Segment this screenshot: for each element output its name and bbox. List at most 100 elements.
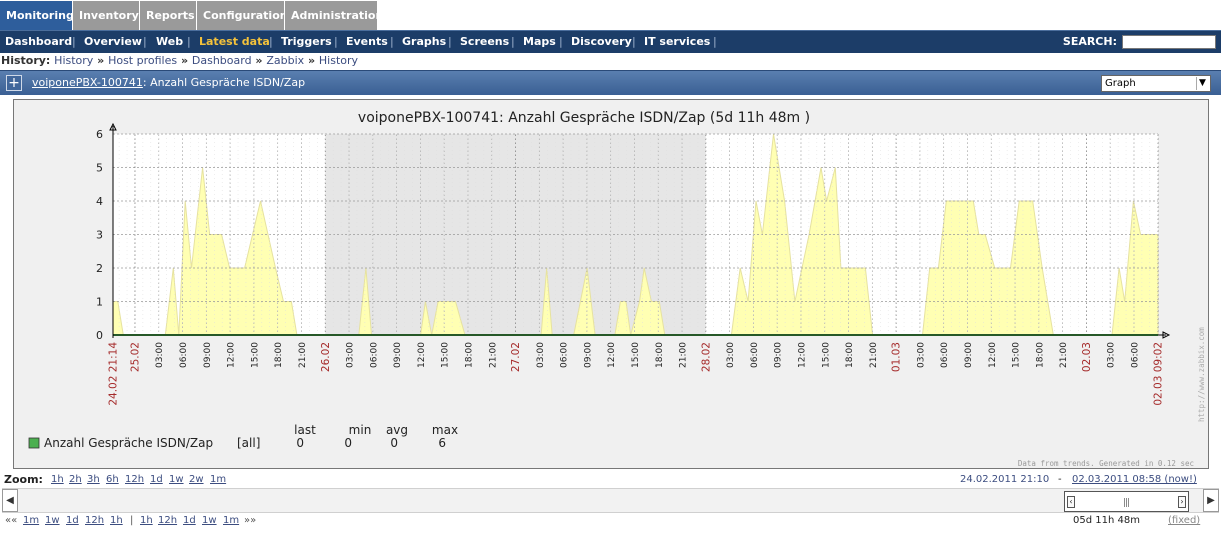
x-tick-label: 15:00 bbox=[821, 342, 831, 368]
x-tick-label: 12:00 bbox=[607, 342, 617, 368]
menu-item-dashboard[interactable]: Dashboard bbox=[5, 31, 72, 53]
menu-item-overview[interactable]: Overview bbox=[84, 31, 142, 53]
y-tick-label: 4 bbox=[96, 195, 103, 208]
tab-configuration[interactable]: Configuration bbox=[197, 1, 288, 30]
breadcrumb-item[interactable]: Host profiles bbox=[108, 54, 177, 67]
nav-back-1m[interactable]: 1m bbox=[23, 514, 39, 528]
x-tick-label: 15:00 bbox=[1012, 342, 1022, 368]
zoom-1m[interactable]: 1m bbox=[210, 473, 226, 487]
menu-item-events[interactable]: Events bbox=[346, 31, 388, 53]
nav-back-1w[interactable]: 1w bbox=[45, 514, 60, 528]
legend-header: avg bbox=[386, 423, 408, 437]
x-tick-label: 12:00 bbox=[417, 342, 427, 368]
tab-inventory[interactable]: Inventory bbox=[73, 1, 140, 30]
menu-item-discovery[interactable]: Discovery bbox=[571, 31, 632, 53]
breadcrumb-item[interactable]: History bbox=[319, 54, 358, 67]
y-tick-label: 5 bbox=[96, 162, 103, 175]
zoom-12h[interactable]: 12h bbox=[125, 473, 144, 487]
menu-item-graphs[interactable]: Graphs bbox=[402, 31, 446, 53]
menu-separator: | bbox=[187, 35, 191, 48]
scroll-thumb[interactable]: ‹ ||| › bbox=[1064, 491, 1189, 512]
nav-forward-1d[interactable]: 1d bbox=[183, 514, 196, 528]
legend-value: 0 bbox=[296, 436, 304, 450]
x-tick-label: 25.02 bbox=[129, 342, 141, 372]
x-tick-label: 03:00 bbox=[155, 342, 165, 368]
thumb-right-handle-icon[interactable]: › bbox=[1178, 496, 1186, 508]
x-tick-label: 06:00 bbox=[369, 342, 379, 368]
period-dash: - bbox=[1058, 474, 1062, 485]
zoom-2w[interactable]: 2w bbox=[189, 473, 204, 487]
y-tick-label: 0 bbox=[96, 329, 103, 342]
menu-item-maps[interactable]: Maps bbox=[523, 31, 556, 53]
fixed-toggle[interactable]: (fixed) bbox=[1168, 514, 1200, 528]
zoom-3h[interactable]: 3h bbox=[87, 473, 100, 487]
menu-separator: | bbox=[390, 35, 394, 48]
view-select-value: Graph bbox=[1105, 78, 1136, 89]
zoom-1d[interactable]: 1d bbox=[150, 473, 163, 487]
period-to[interactable]: 02.03.2011 08:58 (now!) bbox=[1072, 473, 1197, 487]
grip-icon: ||| bbox=[1123, 498, 1130, 508]
time-scrollbar[interactable]: ◀ ‹ ||| › ▶ bbox=[2, 488, 1219, 513]
legend-function: [all] bbox=[237, 436, 260, 450]
tab-administration[interactable]: Administration bbox=[285, 1, 383, 30]
y-tick-label: 6 bbox=[96, 128, 103, 141]
nav-back-1d[interactable]: 1d bbox=[66, 514, 79, 528]
menu-separator: | bbox=[559, 35, 563, 48]
x-tick-label: 18:00 bbox=[274, 342, 284, 368]
x-tick-label: 09:00 bbox=[203, 342, 213, 368]
zoom-2h[interactable]: 2h bbox=[69, 473, 82, 487]
add-icon[interactable]: + bbox=[6, 75, 22, 91]
scroll-right-arrow-icon[interactable]: ▶ bbox=[1203, 489, 1219, 512]
search-input[interactable] bbox=[1122, 35, 1216, 49]
menu-item-triggers[interactable]: Triggers bbox=[281, 31, 332, 53]
host-link[interactable]: voiponePBX-100741 bbox=[32, 76, 143, 89]
menu-separator: | bbox=[511, 35, 515, 48]
zoom-bar: Zoom: 24.02.2011 21:10 - 02.03.2011 08:5… bbox=[0, 473, 1221, 487]
scroll-left-arrow-icon[interactable]: ◀ bbox=[2, 489, 18, 512]
menu-item-it-services[interactable]: IT services bbox=[644, 31, 710, 53]
menu-item-screens[interactable]: Screens bbox=[460, 31, 509, 53]
nav-forward-1w[interactable]: 1w bbox=[202, 514, 217, 528]
x-tick-label: 15:00 bbox=[631, 342, 641, 368]
nav-forward-icon[interactable]: »» bbox=[244, 514, 256, 528]
x-tick-label: 24.02 21:14 bbox=[108, 342, 120, 406]
view-select[interactable]: Graph ▼ bbox=[1101, 75, 1211, 92]
tab-monitoring[interactable]: Monitoring bbox=[0, 1, 74, 30]
x-tick-label: 02.03 bbox=[1081, 342, 1093, 372]
chevron-down-icon: ▼ bbox=[1196, 77, 1208, 90]
y-tick-label: 3 bbox=[96, 229, 103, 242]
x-tick-label: 06:00 bbox=[750, 342, 760, 368]
nav-back-1h[interactable]: 1h bbox=[110, 514, 123, 528]
x-tick-label: 09:00 bbox=[774, 342, 784, 368]
legend-value: 0 bbox=[390, 436, 398, 450]
item-name: : Anzahl Gespräche ISDN/Zap bbox=[142, 76, 306, 89]
page-title: voiponePBX-100741: Anzahl Gespräche ISDN… bbox=[32, 71, 305, 96]
menu-item-latest-data[interactable]: Latest data bbox=[199, 31, 270, 53]
thumb-left-handle-icon[interactable]: ‹ bbox=[1067, 496, 1075, 508]
tab-reports[interactable]: Reports bbox=[140, 1, 197, 30]
period-nav-bar: 05d 11h 48m (fixed) «« 1m 1w 1d 12h 1h | 1h 12h 1… bbox=[0, 514, 1221, 528]
breadcrumb-arrow: » bbox=[251, 54, 267, 67]
x-tick-label: 21:00 bbox=[298, 342, 308, 368]
nav-forward-1h[interactable]: 1h bbox=[140, 514, 153, 528]
menu-item-web[interactable]: Web bbox=[156, 31, 183, 53]
x-tick-label: 06:00 bbox=[179, 342, 189, 368]
nav-back-icon[interactable]: «« bbox=[5, 514, 17, 528]
menu-separator: | bbox=[72, 35, 76, 48]
zoom-1w[interactable]: 1w bbox=[169, 473, 184, 487]
zoom-1h[interactable]: 1h bbox=[51, 473, 64, 487]
nav-back-12h[interactable]: 12h bbox=[85, 514, 104, 528]
breadcrumb-arrow: » bbox=[304, 54, 319, 67]
x-tick-label: 18:00 bbox=[1035, 342, 1045, 368]
x-tick-label: 06:00 bbox=[560, 342, 570, 368]
x-tick-label: 06:00 bbox=[1130, 342, 1140, 368]
nav-forward-1m[interactable]: 1m bbox=[223, 514, 239, 528]
menu-separator: | bbox=[632, 35, 636, 48]
breadcrumb-item[interactable]: History bbox=[54, 54, 93, 67]
x-tick-label: 18:00 bbox=[845, 342, 855, 368]
breadcrumb-item[interactable]: Zabbix bbox=[266, 54, 304, 67]
nav-forward-12h[interactable]: 12h bbox=[158, 514, 177, 528]
zoom-6h[interactable]: 6h bbox=[106, 473, 119, 487]
breadcrumb-item[interactable]: Dashboard bbox=[192, 54, 252, 67]
y-tick-label: 1 bbox=[96, 296, 103, 309]
